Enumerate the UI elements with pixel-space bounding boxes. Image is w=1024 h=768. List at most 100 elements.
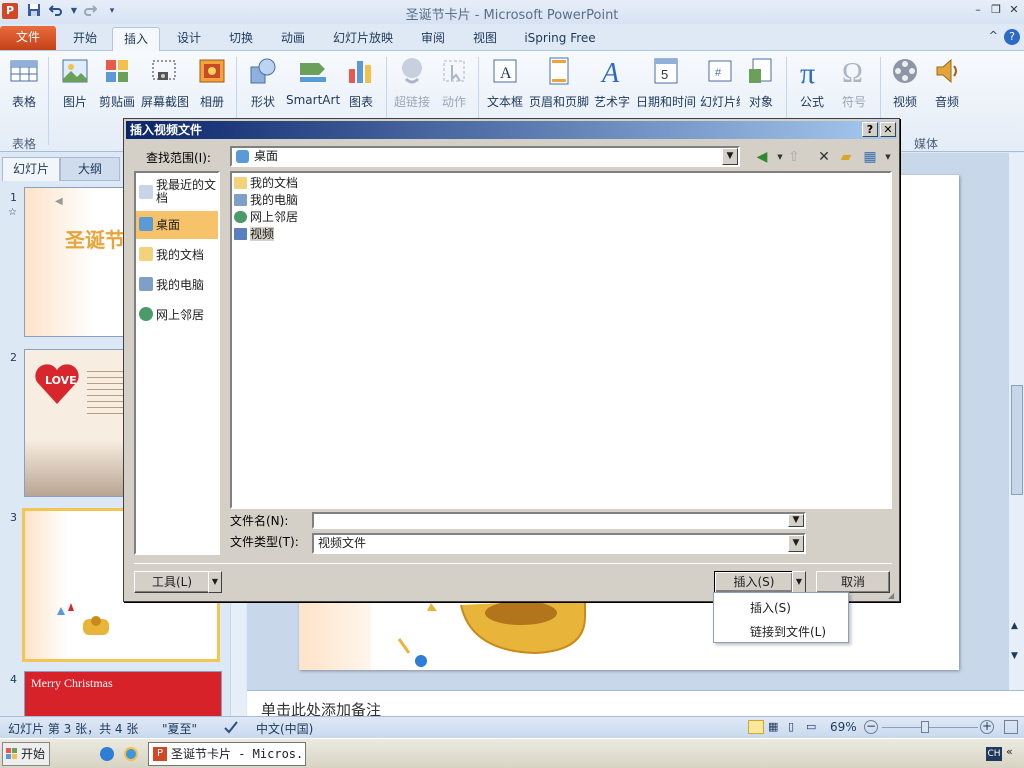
tools-dropdown-icon[interactable]: ▼: [208, 571, 222, 593]
chevron-down-icon[interactable]: ▼: [788, 514, 804, 527]
theme-name-status: "夏至": [162, 722, 198, 736]
clipart-button[interactable]: 剪贴画: [98, 55, 136, 110]
place-desktop[interactable]: 桌面: [136, 211, 218, 239]
chevron-down-icon[interactable]: ▼: [788, 535, 804, 552]
smartart-button[interactable]: SmartArt: [286, 55, 340, 107]
tab-ispring[interactable]: iSpring Free: [516, 27, 604, 51]
dialog-title-bar[interactable]: 插入视频文件 ? ✕: [126, 121, 897, 139]
slide-number: 3: [10, 511, 17, 524]
zoom-slider-thumb[interactable]: [921, 721, 929, 733]
place-network[interactable]: 网上邻居: [136, 301, 218, 329]
ie-quicklaunch-icon[interactable]: [124, 747, 138, 761]
chart-button[interactable]: 图表: [344, 55, 378, 110]
notes-pane[interactable]: 单击此处添加备注: [247, 690, 1024, 719]
next-slide-icon[interactable]: ▼: [1011, 651, 1018, 661]
wordart-button[interactable]: A 艺术字: [592, 55, 632, 110]
filetype-dropdown[interactable]: 视频文件 ▼: [312, 533, 806, 554]
picture-icon: [62, 59, 88, 83]
help-icon[interactable]: ?: [1004, 29, 1020, 45]
views-dropdown-icon[interactable]: ▼: [878, 147, 898, 167]
photo-album-button[interactable]: 相册: [194, 55, 230, 110]
file-list[interactable]: 我的文档 我的电脑 网上邻居 视频: [230, 171, 892, 509]
zoom-in-icon[interactable]: +: [980, 720, 994, 734]
action-button[interactable]: 动作: [436, 55, 472, 110]
taskbar-powerpoint-item[interactable]: P 圣诞节卡片 - Micros...: [148, 742, 306, 766]
new-folder-icon[interactable]: ▰: [836, 147, 856, 167]
back-icon[interactable]: ◀: [752, 147, 772, 167]
look-in-dropdown[interactable]: 桌面 ▼: [230, 146, 740, 167]
zoom-level[interactable]: 69%: [830, 720, 857, 734]
desktop-quicklaunch-icon[interactable]: [100, 747, 114, 761]
language-status[interactable]: 中文(中国): [256, 720, 313, 737]
textbox-button[interactable]: A 文本框: [484, 55, 526, 110]
tab-view[interactable]: 视图: [462, 27, 508, 51]
tab-outline[interactable]: 大纲: [60, 157, 120, 181]
place-recent[interactable]: 我最近的文档: [136, 179, 218, 209]
slideshow-icon[interactable]: ▭: [806, 720, 816, 733]
menu-item-link-to-file[interactable]: 链接到文件(L): [750, 623, 826, 640]
spellcheck-icon[interactable]: [224, 720, 238, 737]
file-item[interactable]: 我的文档: [234, 175, 298, 191]
filename-field[interactable]: ▼: [312, 512, 806, 529]
tab-slides[interactable]: 幻灯片: [2, 157, 60, 181]
resize-grip-icon[interactable]: ◢: [888, 591, 894, 600]
equation-button[interactable]: π 公式: [794, 55, 830, 110]
tab-file[interactable]: 文件: [0, 26, 56, 50]
screenshot-button[interactable]: 屏幕截图: [140, 55, 190, 110]
file-item-selected[interactable]: 视频: [234, 226, 275, 242]
chevron-down-icon[interactable]: ▼: [722, 148, 738, 165]
place-my-computer[interactable]: 我的电脑: [136, 271, 218, 299]
date-time-button[interactable]: 5 日期和时间: [634, 55, 698, 110]
up-folder-icon[interactable]: ⇧: [784, 147, 804, 167]
object-button[interactable]: 对象: [742, 55, 780, 110]
slide-thumbnail-4[interactable]: Merry Christmas: [24, 671, 222, 716]
normal-view-icon[interactable]: [748, 720, 764, 734]
shapes-button[interactable]: 形状: [246, 55, 280, 110]
slide-sorter-icon[interactable]: ▦: [768, 720, 778, 733]
slide-scrollbar[interactable]: ▲ ▼: [1008, 153, 1024, 690]
insert-dropdown-icon[interactable]: ▼: [792, 571, 806, 593]
file-item[interactable]: 我的电脑: [234, 192, 298, 208]
views-icon[interactable]: ▦: [860, 147, 880, 167]
cancel-button[interactable]: 取消: [816, 571, 890, 593]
tools-button[interactable]: 工具(L): [134, 571, 210, 593]
hyperlink-button[interactable]: 超链接: [392, 55, 432, 110]
minimize-ribbon-icon[interactable]: ^: [989, 29, 998, 42]
tab-animations[interactable]: 动画: [270, 27, 316, 51]
restore-button[interactable]: ❐: [988, 2, 1004, 18]
tab-insert[interactable]: 插入: [112, 27, 160, 52]
fit-to-window-icon[interactable]: [1004, 720, 1018, 734]
header-footer-button[interactable]: 页眉和页脚: [528, 55, 590, 110]
menu-item-insert[interactable]: 插入(S): [750, 599, 791, 616]
tab-review[interactable]: 审阅: [410, 27, 456, 51]
table-button[interactable]: 表格: [6, 55, 42, 110]
close-button[interactable]: ✕: [1006, 2, 1022, 18]
tab-slideshow[interactable]: 幻灯片放映: [324, 27, 402, 51]
thumb-heart-text: LOVE: [45, 374, 77, 387]
tab-design[interactable]: 设计: [166, 27, 212, 51]
audio-button[interactable]: 音频: [928, 55, 966, 110]
insert-button[interactable]: 插入(S): [714, 571, 794, 593]
screenshot-icon: [152, 60, 176, 80]
tab-home[interactable]: 开始: [62, 27, 108, 51]
start-button[interactable]: 开始: [2, 742, 50, 766]
tab-transitions[interactable]: 切换: [218, 27, 264, 51]
dialog-help-button[interactable]: ?: [862, 122, 878, 137]
video-button[interactable]: 视频: [886, 55, 924, 110]
thumb-title: 圣诞节: [65, 228, 125, 252]
zoom-slider-track[interactable]: [882, 727, 978, 728]
prev-slide-icon[interactable]: ▲: [1011, 621, 1018, 631]
input-method-icon[interactable]: CH: [986, 747, 1002, 761]
zoom-out-icon[interactable]: −: [864, 720, 878, 734]
symbol-button[interactable]: Ω 符号: [836, 55, 872, 110]
delete-icon[interactable]: ✕: [814, 147, 834, 167]
reading-view-icon[interactable]: ▯: [788, 720, 794, 733]
scrollbar-thumb[interactable]: [1011, 385, 1023, 495]
file-item[interactable]: 网上邻居: [234, 209, 298, 225]
picture-button[interactable]: 图片: [58, 55, 92, 110]
dialog-close-button[interactable]: ✕: [880, 122, 896, 137]
place-my-documents[interactable]: 我的文档: [136, 241, 218, 269]
windows-logo-icon: [6, 748, 17, 759]
minimize-button[interactable]: –: [970, 2, 986, 18]
tray-expand-icon[interactable]: «: [1006, 745, 1013, 758]
